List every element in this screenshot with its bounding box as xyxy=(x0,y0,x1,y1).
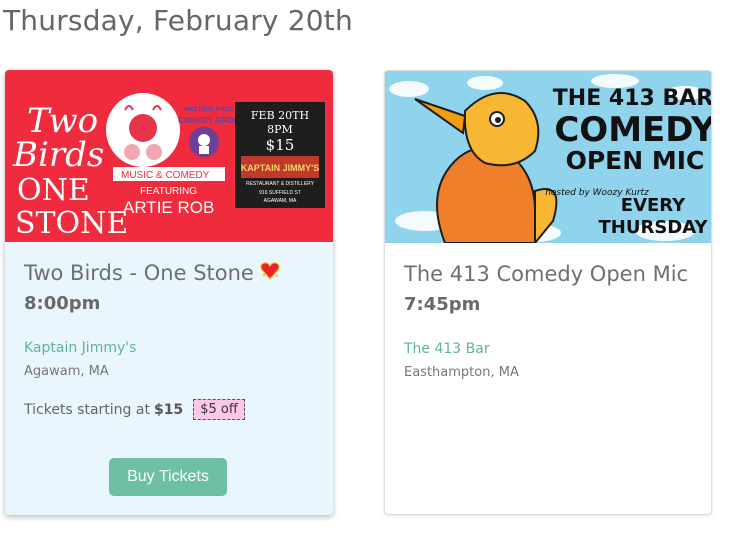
svg-text:WESTERN MASS: WESTERN MASS xyxy=(184,107,233,113)
event-title[interactable]: The 413 Comedy Open Mic xyxy=(404,261,697,288)
event-details: The 413 Comedy Open Mic 7:45pm The 413 B… xyxy=(404,261,697,380)
two-birds-poster: Two Birds ONE STONE WESTERN MASS COMEDY … xyxy=(12,93,325,241)
tickets-info: Tickets starting at $15 $5 off xyxy=(24,399,319,420)
event-card-open-mic[interactable]: THE 413 BAR COMEDY OPEN MIC hosted by Wo… xyxy=(384,70,712,515)
svg-text:Birds: Birds xyxy=(12,135,104,175)
svg-text:THURSDAY: THURSDAY xyxy=(599,217,709,238)
svg-text:COMEDY: COMEDY xyxy=(554,110,712,150)
date-heading: Thursday, February 20th xyxy=(3,4,353,37)
svg-text:OPEN MIC: OPEN MIC xyxy=(566,146,705,175)
svg-text:MUSIC & COMEDY: MUSIC & COMEDY xyxy=(121,170,210,181)
svg-text:$15: $15 xyxy=(266,136,295,154)
venue-city: Easthampton, MA xyxy=(404,365,519,380)
event-details: Two Birds - One Stone 8:00pm Kaptain Jim… xyxy=(24,260,319,420)
event-title[interactable]: Two Birds - One Stone xyxy=(24,260,319,287)
open-mic-poster: THE 413 BAR COMEDY OPEN MIC hosted by Wo… xyxy=(389,74,712,243)
venue-city: Agawam, MA xyxy=(24,364,109,379)
tickets-prefix: Tickets starting at xyxy=(24,401,150,418)
event-banner-two-birds[interactable]: Two Birds ONE STONE WESTERN MASS COMEDY … xyxy=(5,70,333,242)
svg-text:916 SUFFIELD ST: 916 SUFFIELD ST xyxy=(259,190,301,196)
birds-logo xyxy=(106,93,180,167)
event-time: 7:45pm xyxy=(404,294,481,315)
svg-text:KAPTAIN JIMMY'S: KAPTAIN JIMMY'S xyxy=(241,163,319,173)
ticket-price: $15 xyxy=(153,401,184,418)
event-banner-open-mic[interactable]: THE 413 BAR COMEDY OPEN MIC hosted by Wo… xyxy=(385,71,712,243)
svg-text:STONE: STONE xyxy=(15,206,128,241)
venue-link[interactable]: The 413 Bar xyxy=(404,341,697,357)
svg-text:ONE: ONE xyxy=(17,173,90,208)
svg-text:FEATURING: FEATURING xyxy=(140,186,197,197)
svg-text:AGAWAM, MA: AGAWAM, MA xyxy=(264,198,297,204)
svg-text:RESTAURANT & DISTILLERY: RESTAURANT & DISTILLERY xyxy=(246,181,315,187)
venue-link[interactable]: Kaptain Jimmy's xyxy=(24,340,319,356)
svg-text:EVERY: EVERY xyxy=(621,195,686,216)
svg-text:FEB 20TH: FEB 20TH xyxy=(251,109,309,122)
svg-text:8PM: 8PM xyxy=(267,123,293,136)
discount-badge: $5 off xyxy=(193,399,245,420)
svg-text:THE 413 BAR: THE 413 BAR xyxy=(553,86,712,111)
event-time: 8:00pm xyxy=(24,293,101,314)
heart-icon xyxy=(260,260,280,287)
svg-text:ARTIE ROB: ARTIE ROB xyxy=(123,198,214,217)
event-card-two-birds[interactable]: Two Birds ONE STONE WESTERN MASS COMEDY … xyxy=(5,70,333,515)
buy-tickets-button[interactable]: Buy Tickets xyxy=(109,458,227,496)
